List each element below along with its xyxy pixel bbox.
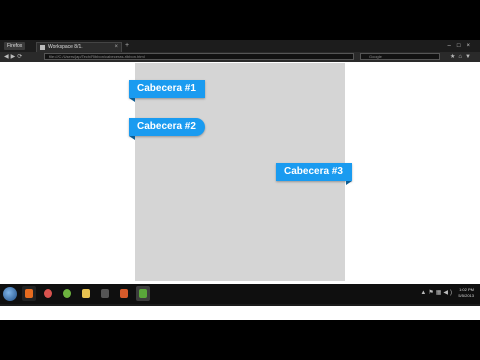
ribbon-fold <box>129 136 135 140</box>
tab-title: Workspace 8/1. <box>48 44 83 50</box>
url-input[interactable]: file:///C:/Users/jap/Tech/Ribbon/cabecer… <box>44 53 354 60</box>
ribbon-header-2: Cabecera #2 <box>129 118 205 136</box>
start-button[interactable] <box>3 287 17 301</box>
ribbon-fold <box>346 181 352 185</box>
screen: Firefox Workspace 8/1. × + –□× ◀▶⟳ file:… <box>0 40 480 320</box>
ribbon-header-1: Cabecera #1 <box>129 80 205 98</box>
browser-tab[interactable]: Workspace 8/1. × <box>36 42 122 52</box>
taskbar-firefox-icon[interactable] <box>22 286 36 301</box>
letterbox-top <box>0 0 480 40</box>
page-viewport: Cabecera #1 Cabecera #2 Cabecera #3 Idle… <box>0 62 480 320</box>
navigation-bar: ◀▶⟳ file:///C:/Users/jap/Tech/Ribbon/cab… <box>0 52 480 62</box>
window-controls[interactable]: –□× <box>448 42 476 50</box>
letterbox-bottom <box>0 320 480 360</box>
taskbar-people-icon[interactable] <box>41 286 55 301</box>
taskbar-folder-icon[interactable] <box>79 286 93 301</box>
browser-titlebar: Firefox Workspace 8/1. × + –□× <box>0 40 480 52</box>
search-placeholder: Google <box>369 54 382 59</box>
ribbon-fold <box>129 98 135 102</box>
taskbar-console-icon[interactable] <box>98 286 112 301</box>
taskbar-image-editor-icon[interactable] <box>136 286 150 301</box>
search-input[interactable]: Google <box>360 53 440 60</box>
clock[interactable]: 1:02 PM 5/5/2013 <box>458 287 474 299</box>
taskbar-network-icon[interactable] <box>60 286 74 301</box>
back-forward-icons[interactable]: ◀▶⟳ <box>4 53 24 61</box>
url-text: file:///C:/Users/jap/Tech/Ribbon/cabecer… <box>49 54 145 59</box>
taskbar-x-icon[interactable] <box>117 286 131 301</box>
clock-date: 5/5/2013 <box>458 293 474 298</box>
taskbar: ▲⚑▦◀) 1:02 PM 5/5/2013 <box>0 284 480 304</box>
system-tray-icons[interactable]: ▲⚑▦◀) <box>420 289 454 297</box>
ribbon-header-3: Cabecera #3 <box>276 163 352 181</box>
toolbar-icons[interactable]: ★⌂▼ <box>450 53 474 61</box>
page-icon <box>40 45 45 50</box>
firefox-menu-button[interactable]: Firefox <box>4 42 26 50</box>
close-icon[interactable]: × <box>114 43 118 51</box>
new-tab-button[interactable]: + <box>125 42 129 50</box>
